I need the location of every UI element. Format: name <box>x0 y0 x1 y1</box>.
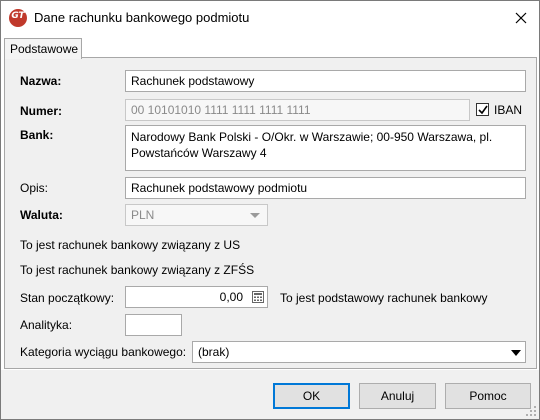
numer-label: Numer: <box>20 104 63 118</box>
bank-textarea[interactable]: Narodowy Bank Polski - O/Okr. w Warszawi… <box>125 125 526 171</box>
window-title: Dane rachunku bankowego podmiotu <box>34 10 250 25</box>
waluta-label: Waluta: <box>20 208 63 222</box>
chevron-down-icon <box>511 350 521 356</box>
cancel-button[interactable]: Anuluj <box>359 383 436 409</box>
kategoria-select[interactable]: (brak) <box>192 341 526 363</box>
resize-grip-icon[interactable] <box>525 405 537 417</box>
chevron-down-icon <box>250 213 260 218</box>
analityka-input[interactable] <box>125 314 182 336</box>
zfss-text: To jest rachunek bankowy związany z ZFŚS <box>20 263 255 277</box>
close-button[interactable] <box>509 7 533 29</box>
dialog-window: GT Dane rachunku bankowego podmiotu Pods… <box>0 0 540 420</box>
iban-label: IBAN <box>494 103 523 117</box>
us-text: To jest rachunek bankowy związany z US <box>20 238 241 252</box>
kategoria-label: Kategoria wyciągu bankowego: <box>20 345 187 359</box>
bank-label: Bank: <box>20 128 54 142</box>
numer-input[interactable]: 00 10101010 1111 1111 1111 1111 <box>125 99 470 121</box>
tab-podstawowe[interactable]: Podstawowe <box>4 38 82 59</box>
waluta-select[interactable]: PLN <box>125 204 268 226</box>
opis-input[interactable]: Rachunek podstawowy podmiotu <box>125 177 526 199</box>
analityka-label: Analityka: <box>20 318 73 332</box>
opis-label: Opis: <box>20 181 49 195</box>
nazwa-label: Nazwa: <box>20 74 62 88</box>
close-icon <box>515 12 527 24</box>
calculator-icon[interactable] <box>252 291 264 303</box>
checkmark-icon <box>478 105 488 115</box>
stan-label: Stan początkowy: <box>20 291 115 305</box>
app-logo-icon: GT <box>9 9 27 27</box>
nazwa-input[interactable]: Rachunek podstawowy <box>125 70 526 92</box>
podstawowy-text: To jest podstawowy rachunek bankowy <box>280 291 488 305</box>
tab-panel: Nazwa: Rachunek podstawowy Numer: 00 101… <box>4 57 537 369</box>
stan-input[interactable]: 0,00 <box>125 286 268 308</box>
ok-button[interactable]: OK <box>273 383 350 409</box>
iban-checkbox[interactable] <box>476 103 489 116</box>
title-bar: GT Dane rachunku bankowego podmiotu <box>1 1 539 34</box>
help-button[interactable]: Pomoc <box>445 383 531 409</box>
